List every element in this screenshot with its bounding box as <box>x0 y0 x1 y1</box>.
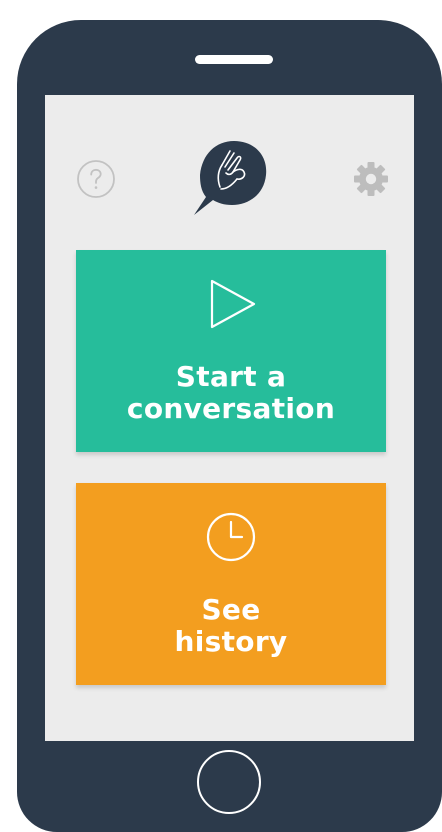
start-conversation-button[interactable]: Start a conversation <box>76 250 386 452</box>
phone-frame: Start a conversation See history <box>17 20 442 832</box>
settings-gear-icon[interactable] <box>351 159 391 199</box>
app-screen: Start a conversation See history <box>45 95 414 741</box>
history-label-line2: history <box>174 625 288 658</box>
help-icon[interactable] <box>76 159 116 199</box>
clock-icon <box>206 512 256 562</box>
history-label-line1: See <box>201 593 261 626</box>
app-logo-icon <box>194 141 267 215</box>
see-history-button[interactable]: See history <box>76 483 386 685</box>
start-label-line2: conversation <box>126 392 336 425</box>
see-history-label: See history <box>76 594 386 658</box>
start-label-line1: Start a <box>175 360 287 393</box>
start-conversation-label: Start a conversation <box>76 361 386 425</box>
play-icon <box>210 279 256 329</box>
phone-speaker <box>195 55 273 64</box>
home-button[interactable] <box>197 750 261 814</box>
